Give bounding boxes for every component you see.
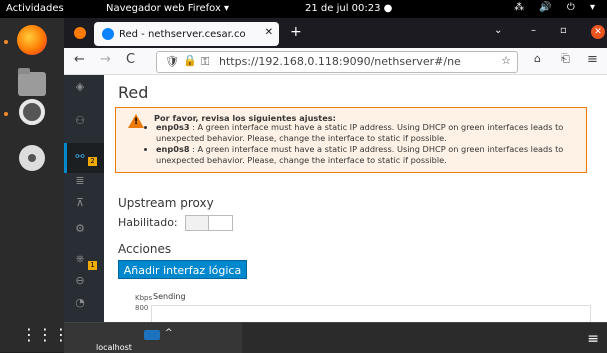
firefox-view-icon[interactable] xyxy=(74,27,86,39)
os-top-bar: Actividades Navegador web Firefox ▾ 21 d… xyxy=(0,0,607,18)
dashboard-icon[interactable]: ◈ xyxy=(72,79,88,95)
disc-icon xyxy=(19,145,45,171)
lock-warning-icon[interactable]: 🔒 xyxy=(183,54,197,67)
back-button[interactable]: ← xyxy=(74,52,85,67)
network-warning-badge: 2 xyxy=(88,157,97,166)
host-cell[interactable]: ^ localhost xyxy=(64,323,242,353)
bottom-taskbar: ^ localhost ≡ xyxy=(64,322,607,353)
running-indicator xyxy=(4,112,8,116)
clock[interactable]: 21 de jul 00:23 ● xyxy=(305,3,392,14)
add-logical-interface-button[interactable]: Añadir interfaz lógica xyxy=(118,260,247,279)
page-title: Red xyxy=(118,83,149,102)
folder-icon xyxy=(18,68,46,96)
bookmark-star-icon[interactable]: ☆ xyxy=(501,54,511,67)
enabled-label: Habilitado: xyxy=(118,216,178,229)
extensions-icon[interactable]: ⎗ xyxy=(561,52,570,66)
nethserver-sidebar: ◈ ⚇ ⚯ 2 ≣ ⊼ ⚙ ⎈ 1 ⊖ ◔ xyxy=(64,75,104,322)
host-expand-icon[interactable]: ^ xyxy=(165,328,173,338)
close-window-button[interactable]: ✕ xyxy=(591,25,605,39)
activities-button[interactable]: Actividades xyxy=(6,3,64,14)
logs-icon[interactable]: ◔ xyxy=(72,295,88,311)
app-menu-button[interactable]: ≡ xyxy=(587,52,598,67)
users-icon[interactable]: ⚇ xyxy=(72,113,88,129)
nav-bar: ← → C 🛡 🔒 ⚿ https://192.168.0.118:9090/n… xyxy=(64,48,607,75)
chart-unit-label: Kbps xyxy=(135,294,153,302)
proxy-enabled-toggle[interactable] xyxy=(185,215,233,231)
alert-item: enp0s8 : A green interface must have a s… xyxy=(156,144,586,166)
tab-close-icon[interactable]: ✕ xyxy=(265,27,273,38)
backup-icon[interactable]: ⊖ xyxy=(72,273,88,289)
hierarchy-icon[interactable]: ⊼ xyxy=(72,195,88,211)
dock xyxy=(0,18,64,352)
toggle-knob xyxy=(186,216,209,230)
server-icon xyxy=(144,330,160,340)
main-content: Red ! Por favor, revisa los siguientes a… xyxy=(104,75,607,322)
minimize-button[interactable]: – xyxy=(531,25,536,36)
system-tray[interactable]: ⁂ 🔊 ⏻ ▾ xyxy=(514,2,601,13)
forward-button[interactable]: → xyxy=(100,52,111,67)
storage-icon[interactable]: ≣ xyxy=(72,173,88,189)
maximize-button[interactable]: ▫ xyxy=(560,25,567,36)
app-menu[interactable]: Navegador web Firefox ▾ xyxy=(106,3,229,14)
settings-icon xyxy=(19,99,45,125)
show-apps-icon[interactable]: ⋮⋮⋮ xyxy=(21,325,69,344)
tab-list-button[interactable]: ⌄ xyxy=(494,25,502,36)
alert-item: enp0s3 : A green interface must have a s… xyxy=(156,122,586,144)
tab-red[interactable]: Red - nethserver.cesar.co ✕ xyxy=(94,22,279,46)
settings-launcher[interactable] xyxy=(10,94,54,130)
tab-title: Red - nethserver.cesar.co xyxy=(119,28,246,40)
interface-name: enp0s8 xyxy=(156,144,190,154)
pocket-icon[interactable]: ⌂ xyxy=(534,52,541,65)
tab-bar: Red - nethserver.cesar.co ✕ + ⌄ – ▫ ✕ xyxy=(64,18,607,48)
upstream-proxy-heading: Upstream proxy xyxy=(118,196,214,210)
network-icon[interactable]: ⚯ xyxy=(72,149,88,165)
alert-list: enp0s3 : A green interface must have a s… xyxy=(146,122,586,166)
warning-alert: ! Por favor, revisa los siguientes ajust… xyxy=(115,107,587,173)
reload-button[interactable]: C xyxy=(126,52,135,67)
chart-tick-label: 800 xyxy=(135,304,149,312)
running-indicator xyxy=(4,40,8,44)
actions-heading: Acciones xyxy=(118,242,172,256)
tracking-shield-icon[interactable]: 🛡 xyxy=(165,55,179,68)
traffic-chart xyxy=(151,305,591,322)
software-icon[interactable]: ⎈ xyxy=(72,251,88,267)
url-bar[interactable]: 🛡 🔒 ⚿ https://192.168.0.118:9090/nethser… xyxy=(156,51,518,73)
url-text[interactable]: https://192.168.0.118:9090/nethserver#/n… xyxy=(219,55,481,68)
host-label: localhost xyxy=(96,343,132,352)
alert-message: : A green interface must have a static I… xyxy=(156,144,564,165)
firefox-icon xyxy=(17,25,47,55)
firefox-launcher[interactable] xyxy=(10,22,54,58)
services-icon[interactable]: ⚙ xyxy=(72,221,88,237)
interface-name: enp0s3 xyxy=(156,122,190,132)
software-badge: 1 xyxy=(88,261,97,270)
permissions-key-icon[interactable]: ⚿ xyxy=(201,55,209,69)
tab-favicon-icon xyxy=(102,28,114,40)
warning-icon: ! xyxy=(128,114,144,128)
new-tab-button[interactable]: + xyxy=(290,24,302,40)
disc-launcher[interactable] xyxy=(10,140,54,176)
chart-series-label: Sending xyxy=(153,292,186,301)
alert-message: : A green interface must have a static I… xyxy=(156,122,564,143)
taskbar-menu-icon[interactable]: ≡ xyxy=(587,331,599,347)
